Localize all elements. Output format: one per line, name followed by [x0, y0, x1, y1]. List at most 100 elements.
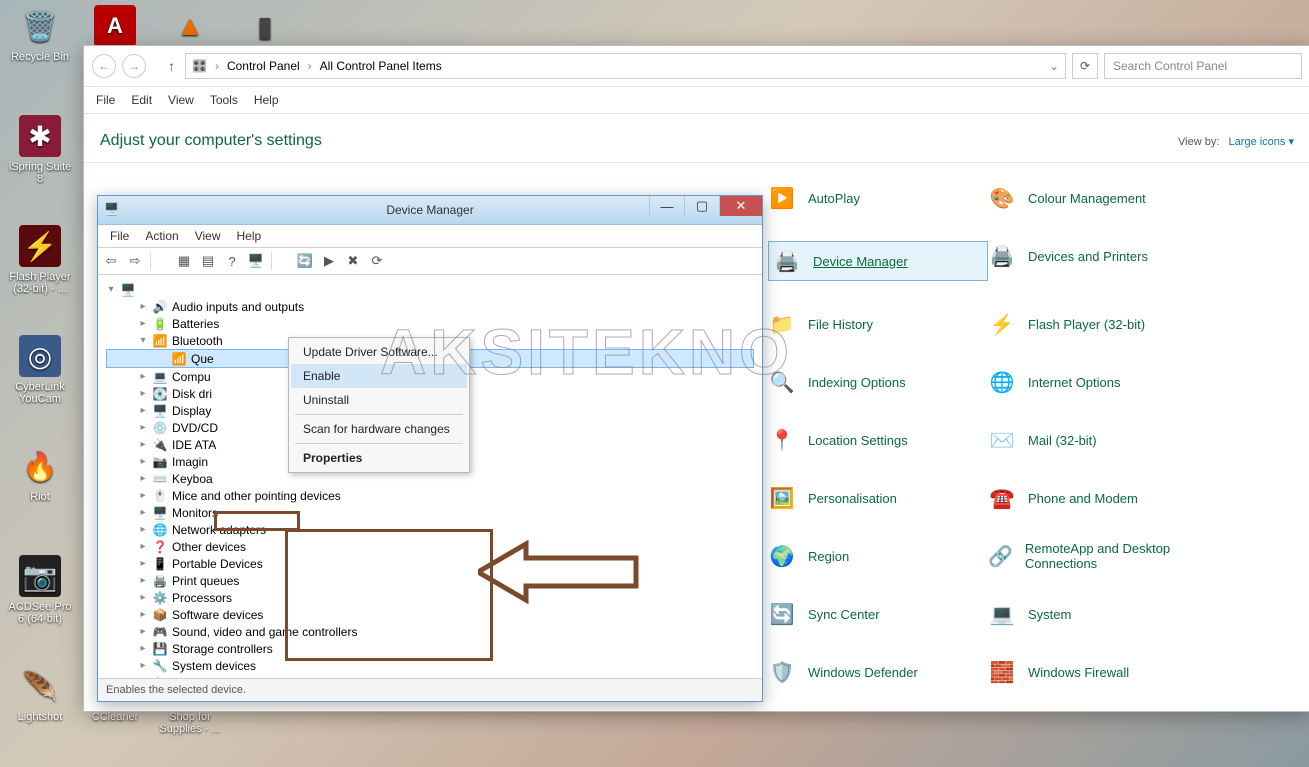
expand-icon[interactable]: ▸: [138, 592, 148, 603]
expand-icon[interactable]: ▸: [138, 371, 148, 382]
cp-item-mail-32-bit-[interactable]: ✉️Mail (32-bit): [988, 425, 1208, 455]
expand-icon[interactable]: ▸: [138, 301, 148, 312]
tb-properties[interactable]: ▤: [199, 252, 217, 270]
cp-item-windows-firewall[interactable]: 🧱Windows Firewall: [988, 657, 1208, 687]
tb-show-hidden[interactable]: ▦: [175, 252, 193, 270]
tree-node[interactable]: ▸🖥️Monitors: [106, 504, 754, 521]
address-bar[interactable]: 🎛️ › Control Panel › All Control Panel I…: [185, 53, 1066, 79]
tb-scan[interactable]: 🖥️: [247, 252, 265, 270]
desktop-icon[interactable]: ◎CyberLink YouCam: [5, 335, 75, 405]
expand-icon[interactable]: ▾: [138, 335, 148, 346]
expand-icon[interactable]: ▸: [138, 626, 148, 637]
cp-item-remoteapp-and-desktop-connections[interactable]: 🔗RemoteApp and Desktop Connections: [988, 541, 1208, 571]
tree-node[interactable]: ▸📦Software devices: [106, 606, 754, 623]
expand-icon[interactable]: ▸: [138, 490, 148, 501]
cp-item-location-settings[interactable]: 📍Location Settings: [768, 425, 988, 455]
expand-icon[interactable]: ▸: [138, 318, 148, 329]
tb-uninstall[interactable]: ✖: [344, 252, 362, 270]
cp-item-colour-management[interactable]: 🎨Colour Management: [988, 183, 1208, 213]
tb-help[interactable]: ?: [223, 252, 241, 270]
refresh-button[interactable]: ⟳: [1072, 53, 1098, 79]
expand-icon[interactable]: ▸: [138, 388, 148, 399]
cp-item-autoplay[interactable]: ▶️AutoPlay: [768, 183, 988, 213]
cp-item-flash-player-32-bit-[interactable]: ⚡Flash Player (32-bit): [988, 309, 1208, 339]
tree-node[interactable]: ▸💾Storage controllers: [106, 640, 754, 657]
tb-update[interactable]: 🔄: [296, 252, 314, 270]
cp-item-file-history[interactable]: 📁File History: [768, 309, 988, 339]
breadcrumb[interactable]: Control Panel: [227, 59, 300, 73]
back-button[interactable]: ←: [92, 54, 116, 78]
cp-item-personalisation[interactable]: 🖼️Personalisation: [768, 483, 988, 513]
tree-node[interactable]: ▸🖨️Print queues: [106, 572, 754, 589]
tb-refresh[interactable]: ⟳: [368, 252, 386, 270]
minimize-button[interactable]: —: [649, 196, 684, 216]
expand-icon[interactable]: ▸: [138, 422, 148, 433]
tree-node[interactable]: ▸🌐Network adapters: [106, 521, 754, 538]
menu-tools[interactable]: Tools: [202, 93, 246, 107]
forward-button[interactable]: →: [122, 54, 146, 78]
tree-node[interactable]: ▸❓Other devices: [106, 538, 754, 555]
desktop-icon[interactable]: ⚡Flash Player (32-bit) - ...: [5, 225, 75, 295]
desktop-icon[interactable]: 📷ACDSee Pro 6 (64-bit): [5, 555, 75, 625]
tb-back[interactable]: ⇦: [102, 252, 120, 270]
menu-edit[interactable]: Edit: [123, 93, 160, 107]
menu-help[interactable]: Help: [246, 93, 287, 107]
tree-node[interactable]: ▸🔊Audio inputs and outputs: [106, 298, 754, 315]
expand-icon[interactable]: ▸: [138, 609, 148, 620]
cp-item-internet-options[interactable]: 🌐Internet Options: [988, 367, 1208, 397]
tree-node[interactable]: ▸🔧System devices: [106, 657, 754, 674]
context-properties[interactable]: Properties: [291, 446, 467, 470]
expand-icon[interactable]: ▾: [106, 284, 116, 295]
tb-enable[interactable]: ▶: [320, 252, 338, 270]
breadcrumb-dropdown[interactable]: ⌄: [1049, 59, 1059, 73]
context-update-driver-software-[interactable]: Update Driver Software...: [291, 340, 467, 364]
up-button[interactable]: ↑: [164, 58, 179, 74]
menu-view[interactable]: View: [187, 229, 229, 243]
cp-item-devices-and-printers[interactable]: 🖨️Devices and Printers: [988, 241, 1208, 271]
cp-item-indexing-options[interactable]: 🔍Indexing Options: [768, 367, 988, 397]
cp-item-system[interactable]: 💻System: [988, 599, 1208, 629]
desktop-icon[interactable]: 🔥Riot: [5, 445, 75, 503]
context-scan-for-hardware-changes[interactable]: Scan for hardware changes: [291, 417, 467, 441]
menu-view[interactable]: View: [160, 93, 202, 107]
view-by-dropdown[interactable]: Large icons ▾: [1229, 136, 1294, 148]
menu-action[interactable]: Action: [137, 229, 186, 243]
cp-item-phone-and-modem[interactable]: ☎️Phone and Modem: [988, 483, 1208, 513]
tree-node[interactable]: ▸🖱️Mice and other pointing devices: [106, 487, 754, 504]
tree-node[interactable]: ▸🎮Sound, video and game controllers: [106, 623, 754, 640]
tree-node[interactable]: ▸🔋Batteries: [106, 315, 754, 332]
expand-icon[interactable]: ▸: [138, 456, 148, 467]
search-input[interactable]: Search Control Panel: [1104, 53, 1302, 79]
menu-file[interactable]: File: [102, 229, 137, 243]
expand-icon[interactable]: ▸: [138, 660, 148, 671]
expand-icon[interactable]: ▸: [138, 575, 148, 586]
expand-icon[interactable]: ▸: [138, 541, 148, 552]
maximize-button[interactable]: ▢: [684, 196, 719, 216]
desktop-icon[interactable]: 🪶Lightshot: [5, 665, 75, 723]
expand-icon[interactable]: ▸: [138, 473, 148, 484]
cp-item-region[interactable]: 🌍Region: [768, 541, 988, 571]
expand-icon[interactable]: ▸: [138, 507, 148, 518]
expand-icon[interactable]: ▸: [138, 643, 148, 654]
cp-item-device-manager[interactable]: 🖨️Device Manager: [768, 241, 988, 281]
context-enable[interactable]: Enable: [291, 364, 467, 388]
tb-forward[interactable]: ⇨: [126, 252, 144, 270]
desktop-icon[interactable]: 🗑️Recycle Bin: [5, 5, 75, 63]
context-uninstall[interactable]: Uninstall: [291, 388, 467, 412]
menu-help[interactable]: Help: [229, 229, 270, 243]
tree-node[interactable]: ▸📱Portable Devices: [106, 555, 754, 572]
desktop-icon[interactable]: ✱iSpring Suite 8: [5, 115, 75, 185]
breadcrumb[interactable]: All Control Panel Items: [320, 59, 442, 73]
menu-file[interactable]: File: [88, 93, 123, 107]
dm-titlebar[interactable]: 🖥️ Device Manager — ▢ ✕: [98, 196, 762, 225]
close-button[interactable]: ✕: [719, 196, 762, 216]
cp-item-windows-defender[interactable]: 🛡️Windows Defender: [768, 657, 988, 687]
expand-icon[interactable]: ▸: [138, 524, 148, 535]
device-tree[interactable]: ▾🖥️ ▸🔊Audio inputs and outputs▸🔋Batterie…: [98, 275, 762, 687]
expand-icon[interactable]: ▸: [138, 439, 148, 450]
cp-item-icon: ☎️: [988, 484, 1016, 512]
expand-icon[interactable]: ▸: [138, 405, 148, 416]
tree-node[interactable]: ▸⚙️Processors: [106, 589, 754, 606]
cp-item-sync-center[interactable]: 🔄Sync Center: [768, 599, 988, 629]
expand-icon[interactable]: ▸: [138, 558, 148, 569]
